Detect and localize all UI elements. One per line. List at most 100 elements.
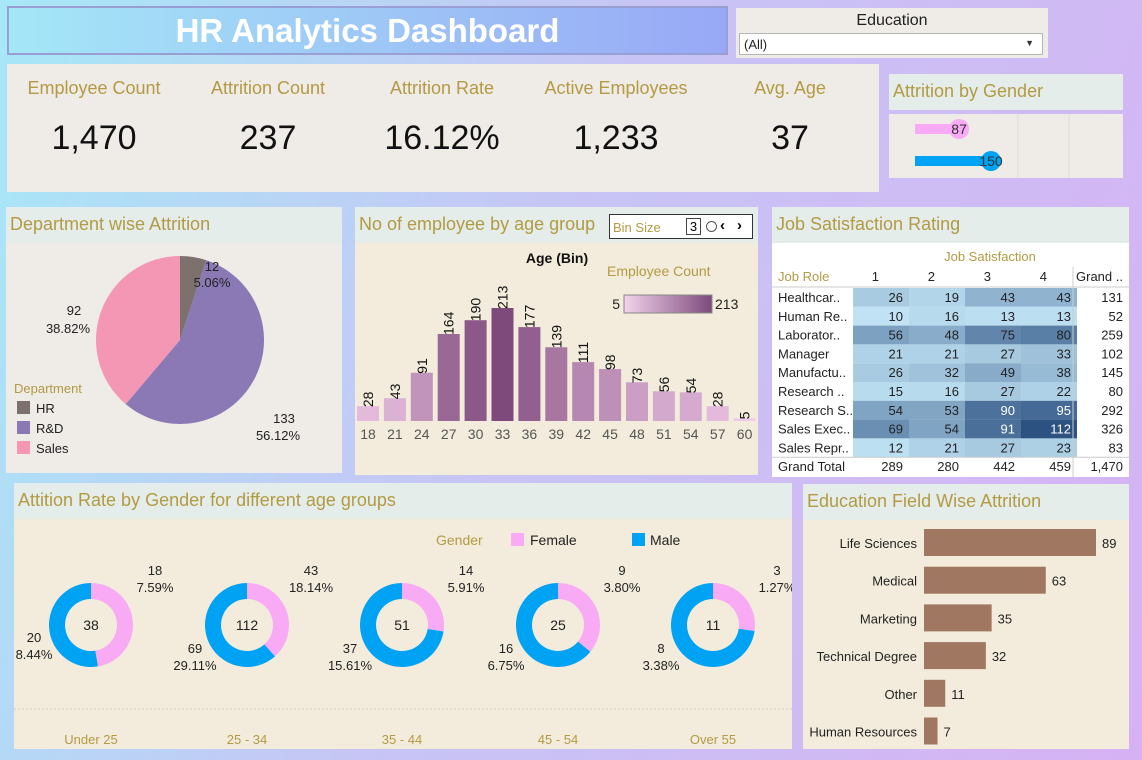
category-label: Medical: [872, 574, 917, 589]
cell-value: 80: [1057, 328, 1071, 343]
gender-panel-title: Attrition by Gender: [889, 74, 1123, 110]
cell-value: 48: [945, 328, 959, 343]
cell-value: 27: [1001, 440, 1015, 455]
cell-value: 43: [1057, 290, 1071, 305]
row-label: Research ..: [778, 384, 844, 399]
kpi-value: 1,470: [51, 119, 137, 157]
gender-age-donut-charts: Gender Female Male38187.59%208.44%Under 25…: [14, 532, 792, 747]
job-satisfaction-panel: Job Satisfaction Rating Job Satisfaction…: [772, 207, 1129, 477]
cell-value: 10: [889, 309, 903, 324]
x-tick-label: 18: [360, 426, 376, 442]
education-filter: Education (All) ▼: [736, 8, 1048, 58]
bin-size-label: Bin Size: [613, 220, 661, 235]
category-label: Other: [884, 687, 917, 702]
education-dropdown[interactable]: (All) ▼: [739, 33, 1043, 55]
kpi-label: Active Employees: [544, 78, 688, 98]
grand-total-label: Grand Total: [778, 459, 845, 474]
row-total: 83: [1109, 440, 1123, 455]
cell-value: 33: [1057, 346, 1071, 361]
department-panel-title: Department wise Attrition: [6, 207, 342, 243]
kpi-label: Attrition Rate: [389, 78, 495, 98]
legend-label: Sales: [36, 441, 69, 456]
dashboard-title: HR Analytics Dashboard: [7, 6, 728, 55]
age-group-panel: No of employee by age group Bin Size 3 ‹…: [355, 207, 758, 475]
female-percent-label: 3.80%: [604, 580, 641, 595]
education-field-panel-title: Education Field Wise Attrition: [803, 484, 1129, 520]
row-total: 102: [1101, 346, 1123, 361]
bar-value-label: 5: [737, 411, 753, 419]
donut-center-total: 38: [83, 617, 99, 633]
bin-size-control[interactable]: Bin Size 3 ‹ ›: [609, 214, 753, 239]
cell-value: 91: [1001, 422, 1015, 437]
age-bar: [383, 398, 406, 421]
kpi-avg-age: Avg. Age 37: [703, 78, 877, 158]
male-count-label: 16: [499, 641, 513, 656]
job-satisfaction-panel-title: Job Satisfaction Rating: [772, 207, 1129, 243]
column-header: 1: [872, 269, 879, 284]
category-label: Technical Degree: [817, 649, 917, 664]
male-count-label: 69: [188, 641, 202, 656]
column-header: 2: [928, 269, 935, 284]
category-label: Life Sciences: [840, 536, 918, 551]
row-label: Human Re..: [778, 309, 847, 324]
chevron-left-icon[interactable]: ‹: [720, 217, 725, 234]
legend-max: 213: [715, 296, 739, 312]
slider-handle-icon[interactable]: [706, 221, 717, 232]
female-percent-label: 7.59%: [137, 580, 174, 595]
x-tick-label: 30: [468, 426, 484, 442]
bar-value-label: 73: [629, 367, 645, 383]
department-pie-chart: 125.06% 133 56.12% 92 38.82% Department HR R&D S…: [14, 256, 300, 456]
legend-title: Employee Count: [607, 263, 711, 279]
age-histogram-chart: Age (Bin) Employee Count 5 213 28 18 43 21 91 24 1…: [357, 250, 756, 442]
education-bar: [924, 717, 938, 745]
bin-size-value[interactable]: 3: [686, 218, 701, 235]
age-bar: [652, 391, 675, 421]
male-count-label: 20: [27, 630, 41, 645]
category-label: Human Resources: [809, 725, 917, 740]
kpi-active-employees: Active Employees 1,233: [529, 78, 703, 158]
education-bar: [924, 566, 1046, 594]
gender-value-label: 87: [951, 121, 967, 137]
row-total: 145: [1101, 365, 1123, 380]
education-field-bar-chart: Life Sciences 89 Medical 63 Marketing 35 Techn…: [809, 529, 1116, 745]
kpi-label: Attrition Count: [210, 78, 326, 98]
age-bar: [545, 347, 568, 421]
row-header: Job Role: [778, 269, 829, 284]
cell-value: 95: [1057, 403, 1071, 418]
bar-value-label: 63: [1052, 574, 1066, 589]
male-percent-label: 6.75%: [488, 658, 525, 673]
female-percent-label: 5.91%: [448, 580, 485, 595]
pie-value-label: 92: [67, 303, 81, 318]
pie-value-label: 12: [205, 259, 219, 274]
legend-title: Gender: [436, 532, 483, 548]
male-percent-label: 29.11%: [173, 658, 217, 673]
education-bar: [924, 642, 986, 670]
column-header: 4: [1040, 269, 1047, 284]
cell-value: 32: [945, 365, 959, 380]
column-header: 3: [984, 269, 991, 284]
x-tick-label: 24: [414, 426, 430, 442]
x-tick-label: 42: [575, 426, 591, 442]
legend-swatch-female: [511, 533, 524, 546]
kpi-value: 1,233: [573, 119, 659, 157]
kpi-attrition-count: Attrition Count 237: [181, 78, 355, 158]
bar-value-label: 35: [998, 611, 1012, 626]
chevron-right-icon[interactable]: ›: [737, 217, 742, 234]
education-bar: [924, 604, 992, 632]
x-tick-label: 57: [710, 426, 726, 442]
education-dropdown-value: (All): [744, 37, 768, 52]
bar-value-label: 43: [387, 383, 403, 399]
legend-swatch-male: [632, 533, 645, 546]
cell-value: 90: [1001, 403, 1015, 418]
row-total: 259: [1101, 328, 1123, 343]
x-tick-label: 60: [737, 426, 753, 442]
row-label: Sales Exec..: [778, 422, 850, 437]
legend-min: 5: [612, 296, 620, 312]
cell-value: 26: [889, 290, 903, 305]
grand-total-value: 280: [937, 459, 959, 474]
bar-value-label: 91: [414, 358, 430, 374]
male-count-label: 8: [657, 641, 664, 656]
age-bar: [599, 369, 622, 421]
department-panel: Department wise Attrition 12 5.06% 133 56.1…: [6, 207, 342, 473]
chevron-down-icon: ▼: [1025, 38, 1034, 48]
